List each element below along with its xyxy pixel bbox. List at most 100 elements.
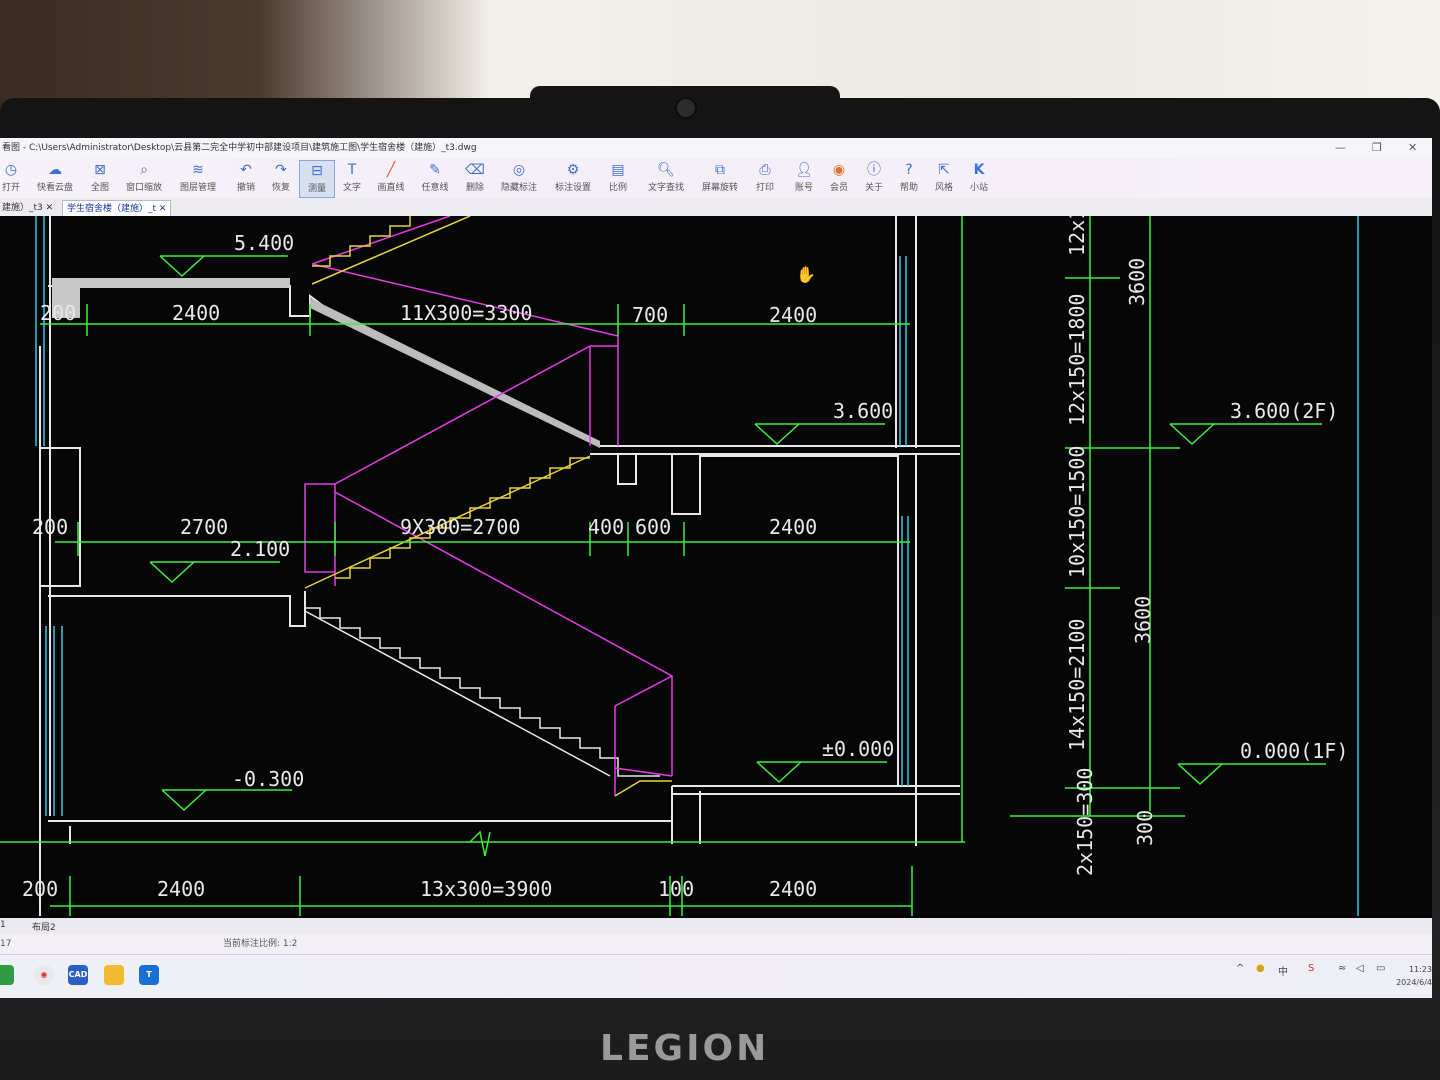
user-icon: 👤︎	[795, 162, 813, 178]
dim-top-stair: 11X300=3300	[400, 301, 532, 325]
tool-style[interactable]: ⇱ 风格	[930, 160, 958, 196]
dim-v-1500: 10x150=1500	[1065, 446, 1089, 578]
help-icon: ?	[905, 162, 913, 178]
tab-document-2[interactable]: 学生宿舍楼（建施）_t ✕	[62, 200, 172, 217]
close-button[interactable]: ✕	[1408, 138, 1417, 158]
window-title: 看图 - C:\Users\Administrator\Desktop\云县第二…	[2, 143, 477, 153]
tool-text[interactable]: T 文字	[338, 160, 366, 196]
close-tab-icon[interactable]: ✕	[159, 204, 167, 214]
tool-redo[interactable]: ↷ 恢复	[267, 160, 295, 196]
tool-line[interactable]: ╱ 画直线	[374, 160, 408, 196]
hand-cursor-icon: ✋	[796, 265, 816, 284]
app-blue-icon[interactable]: T	[139, 965, 159, 985]
document-tabs: 建施）_t3 ✕ 学生宿舍楼（建施）_t ✕	[0, 198, 1432, 217]
tool-account[interactable]: 👤︎ 账号	[790, 160, 818, 196]
tool-rotate[interactable]: ⧉ 屏幕旋转	[698, 160, 742, 196]
landing-slab	[80, 278, 290, 288]
dim-v-300: 2x150=300	[1073, 768, 1097, 876]
stair-section-drawing[interactable]: 5.400 3.600 2.100 ±0.000 -0.300 3.600(2F…	[0, 208, 1432, 918]
tool-eraser[interactable]: ⌫ 删除	[461, 160, 489, 196]
dim-bot-2400b: 2400	[769, 877, 817, 901]
annotation-settings-icon: ⚙	[566, 162, 580, 178]
tool-measure[interactable]: ⊟ 测量	[299, 160, 335, 198]
tool-fit-all[interactable]: ⊠ 全图	[86, 160, 114, 196]
tool-cloud[interactable]: ☁ 快看云盘	[34, 160, 76, 196]
layers-icon: ≋	[192, 162, 204, 178]
style-icon: ⇱	[938, 162, 950, 178]
tool-help[interactable]: ? 帮助	[895, 160, 923, 196]
dim-bot-200: 200	[22, 877, 58, 901]
redo-icon: ↷	[275, 162, 287, 178]
dim-bot-stair: 13x300=3900	[420, 877, 552, 901]
file-explorer-icon[interactable]	[104, 965, 124, 985]
tool-kstation[interactable]: K 小站	[965, 160, 993, 196]
elev-5400: 5.400	[234, 231, 294, 255]
dim-mid-stair: 9X300=2700	[400, 515, 520, 539]
wifi-icon[interactable]: ≈	[1338, 963, 1346, 974]
k-icon: K	[973, 162, 985, 178]
clock[interactable]: 11:23 2024/6/4	[1396, 963, 1432, 989]
app-green-icon[interactable]	[0, 965, 14, 985]
dim-mid-400: 400	[588, 515, 624, 539]
tool-find-text[interactable]: 🔍︎ 文字查找	[644, 160, 688, 196]
layout-tab-2[interactable]: 布局2	[32, 920, 56, 933]
tool-freehand[interactable]: ✎ 任意线	[418, 160, 452, 196]
status-left: 17	[0, 939, 12, 949]
toolbar: ◷ 打开 ☁ 快看云盘 ⊠ 全图 ⌕ 窗口缩放 ≋ 图层管理 ↶ 撤销 ↷ 恢复 ⊟ 测量 T文…	[0, 158, 1432, 199]
info-icon: ⓘ	[867, 162, 881, 178]
tool-annotation-settings[interactable]: ⚙ 标注设置	[551, 160, 595, 196]
minimize-button[interactable]: —	[1335, 138, 1346, 158]
dim-v-2100: 14x150=2100	[1065, 619, 1089, 751]
tool-hide-annotations[interactable]: ◎ 隐藏标注	[497, 160, 541, 196]
dim-v-300b: 300	[1133, 810, 1157, 846]
tool-undo[interactable]: ↶ 撤销	[232, 160, 260, 196]
laptop-brand-logo: LEGION	[600, 1028, 770, 1069]
tool-scale[interactable]: ▤ 比例	[604, 160, 632, 196]
browser-icon[interactable]: ◉	[34, 965, 54, 985]
elev-1f: 0.000(1F)	[1240, 739, 1348, 763]
battery-icon[interactable]: ▭	[1376, 963, 1385, 974]
eraser-icon: ⌫	[465, 162, 485, 178]
tool-vip[interactable]: ◉ 会员	[825, 160, 853, 196]
status-scale: 当前标注比例: 1:2	[223, 939, 298, 949]
layout-tab-1[interactable]: 1	[0, 920, 6, 930]
webcam-icon	[675, 97, 697, 119]
dim-mid-600: 600	[635, 515, 671, 539]
volume-icon[interactable]: ◁	[1356, 963, 1364, 974]
dim-top-700: 700	[632, 303, 668, 327]
maximize-button[interactable]: ❐	[1372, 138, 1382, 158]
tray-app-icon[interactable]: ●	[1256, 963, 1265, 974]
close-tab-icon[interactable]: ✕	[46, 203, 54, 213]
dim-v-12x1: 12x1	[1065, 216, 1089, 256]
find-text-icon: 🔍︎	[657, 162, 675, 178]
tab-document-1[interactable]: 建施）_t3 ✕	[0, 200, 57, 216]
fit-all-icon: ⊠	[94, 162, 106, 178]
dim-bot-100: 100	[658, 877, 694, 901]
title-bar: 看图 - C:\Users\Administrator\Desktop\云县第二…	[0, 138, 1432, 158]
tool-zoom-window[interactable]: ⌕ 窗口缩放	[122, 160, 166, 196]
dim-v-3600a: 3600	[1125, 258, 1149, 306]
cad-viewer-icon[interactable]: CAD	[68, 965, 88, 985]
taskbar: ◉ CAD T ^ ● 中 S ≈ ◁ ▭ 11:23 2024/6/4	[0, 954, 1432, 998]
dim-top-2400b: 2400	[769, 303, 817, 327]
tool-layers[interactable]: ≋ 图层管理	[176, 160, 220, 196]
dim-mid-2400: 2400	[769, 515, 817, 539]
elev-m300: -0.300	[232, 767, 304, 791]
vip-icon: ◉	[832, 162, 846, 178]
elev-2100: 2.100	[230, 537, 290, 561]
tray-s-icon[interactable]: S	[1308, 963, 1314, 974]
tool-print[interactable]: ⎙ 打印	[751, 160, 779, 196]
laptop-screen: 看图 - C:\Users\Administrator\Desktop\云县第二…	[0, 138, 1432, 998]
measure-icon: ⊟	[311, 163, 323, 179]
dim-top-2400a: 2400	[172, 301, 220, 325]
ime-indicator[interactable]: 中	[1278, 963, 1288, 978]
window-lines	[35, 216, 1359, 916]
dim-v-1800: 12x150=1800	[1065, 294, 1089, 426]
drawing-canvas[interactable]: 5.400 3.600 2.100 ±0.000 -0.300 3.600(2F…	[0, 208, 1432, 918]
layout-tabs: 1 布局2	[0, 918, 1432, 934]
tray-expand-icon[interactable]: ^	[1236, 963, 1244, 974]
dim-mid-2700: 2700	[180, 515, 228, 539]
text-icon: T	[347, 162, 357, 178]
tool-about[interactable]: ⓘ 关于	[860, 160, 888, 196]
tool-open[interactable]: ◷ 打开	[0, 160, 24, 196]
